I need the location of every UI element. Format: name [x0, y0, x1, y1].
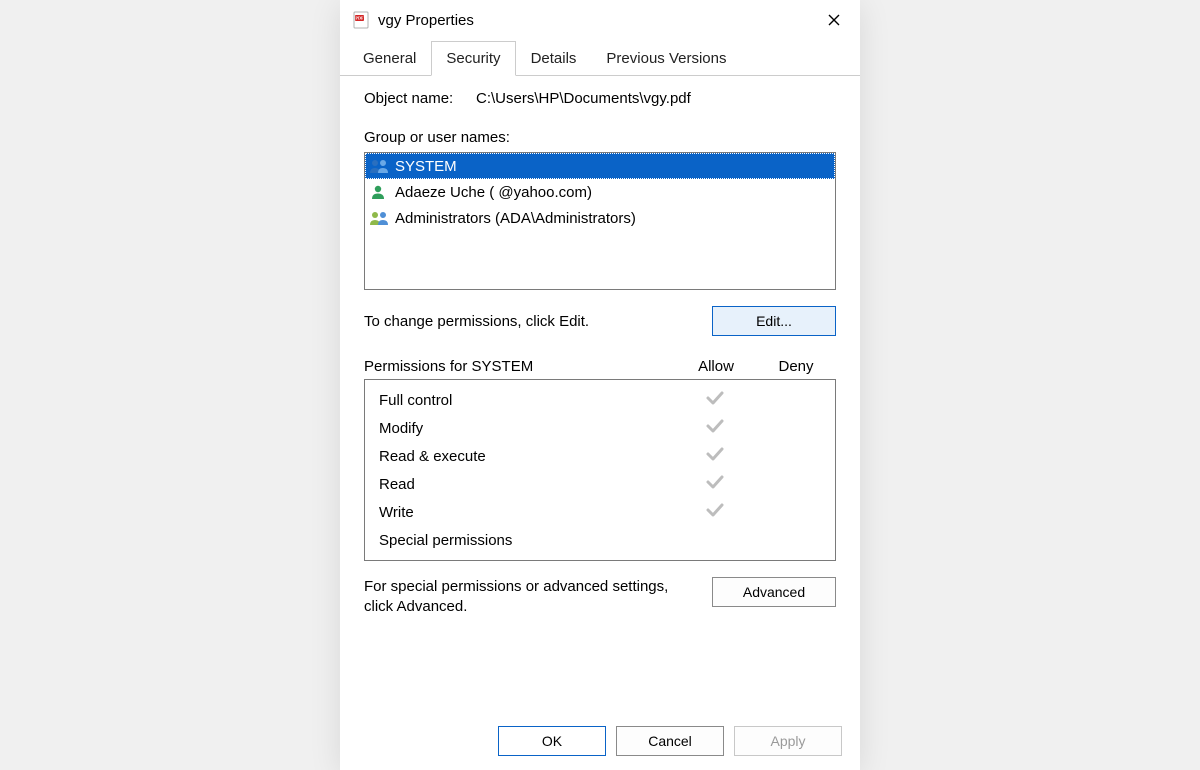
perm-name: Read: [379, 476, 675, 493]
permissions-title: Permissions for SYSTEM: [364, 358, 676, 375]
object-name-value: C:\Users\HP\Documents\vgy.pdf: [476, 90, 691, 107]
edit-button[interactable]: Edit...: [712, 306, 836, 336]
perm-row: Modify: [365, 414, 835, 442]
check-icon: [675, 446, 755, 466]
perm-row: Read: [365, 470, 835, 498]
pdf-file-icon: PDF: [352, 11, 370, 29]
user-item-label: Adaeze Uche ( @yahoo.com): [395, 184, 592, 201]
user-item-administrators[interactable]: Administrators (ADA\Administrators): [365, 205, 835, 231]
permissions-header: Permissions for SYSTEM Allow Deny: [364, 358, 836, 375]
tab-general[interactable]: General: [348, 41, 431, 76]
two-user-icon: [369, 210, 389, 226]
perm-name: Write: [379, 504, 675, 521]
column-deny: Deny: [756, 358, 836, 375]
dialog-footer: OK Cancel Apply: [340, 716, 860, 770]
advanced-hint: For special permissions or advanced sett…: [364, 577, 696, 618]
titlebar: PDF vgy Properties: [340, 0, 860, 40]
window-title: vgy Properties: [378, 12, 816, 29]
user-item-system[interactable]: SYSTEM: [365, 153, 835, 179]
perm-name: Modify: [379, 420, 675, 437]
properties-dialog: PDF vgy Properties General Security Deta…: [340, 0, 860, 770]
column-allow: Allow: [676, 358, 756, 375]
user-item-label: SYSTEM: [395, 158, 457, 175]
edit-row: To change permissions, click Edit. Edit.…: [364, 306, 836, 336]
perm-name: Full control: [379, 392, 675, 409]
perm-row: Full control: [365, 386, 835, 414]
tab-previous-versions[interactable]: Previous Versions: [591, 41, 741, 76]
tab-details[interactable]: Details: [516, 41, 592, 76]
tab-security[interactable]: Security: [431, 41, 515, 76]
user-listbox[interactable]: SYSTEM Adaeze Uche ( @yahoo.com): [364, 152, 836, 290]
user-item-adaeze[interactable]: Adaeze Uche ( @yahoo.com): [365, 179, 835, 205]
advanced-row: For special permissions or advanced sett…: [364, 577, 836, 618]
check-icon: [675, 418, 755, 438]
perm-name: Special permissions: [379, 532, 675, 549]
perm-row: Write: [365, 498, 835, 526]
ok-button[interactable]: OK: [498, 726, 606, 756]
advanced-button[interactable]: Advanced: [712, 577, 836, 607]
two-user-icon: [369, 158, 389, 174]
permissions-table: Full control Modify Read & execute Read: [364, 379, 836, 561]
svg-text:PDF: PDF: [355, 16, 364, 21]
object-name-label: Object name:: [364, 90, 476, 107]
apply-button[interactable]: Apply: [734, 726, 842, 756]
check-icon: [675, 502, 755, 522]
tab-strip: General Security Details Previous Versio…: [340, 40, 860, 76]
check-icon: [675, 474, 755, 494]
edit-hint: To change permissions, click Edit.: [364, 313, 589, 330]
single-user-icon: [369, 184, 389, 200]
user-item-label: Administrators (ADA\Administrators): [395, 210, 636, 227]
perm-row: Read & execute: [365, 442, 835, 470]
perm-name: Read & execute: [379, 448, 675, 465]
security-panel: Object name: C:\Users\HP\Documents\vgy.p…: [340, 76, 860, 716]
object-name-row: Object name: C:\Users\HP\Documents\vgy.p…: [364, 90, 836, 107]
group-label: Group or user names:: [364, 129, 836, 146]
perm-row: Special permissions: [365, 526, 835, 554]
close-button[interactable]: [816, 5, 852, 35]
check-icon: [675, 390, 755, 410]
cancel-button[interactable]: Cancel: [616, 726, 724, 756]
